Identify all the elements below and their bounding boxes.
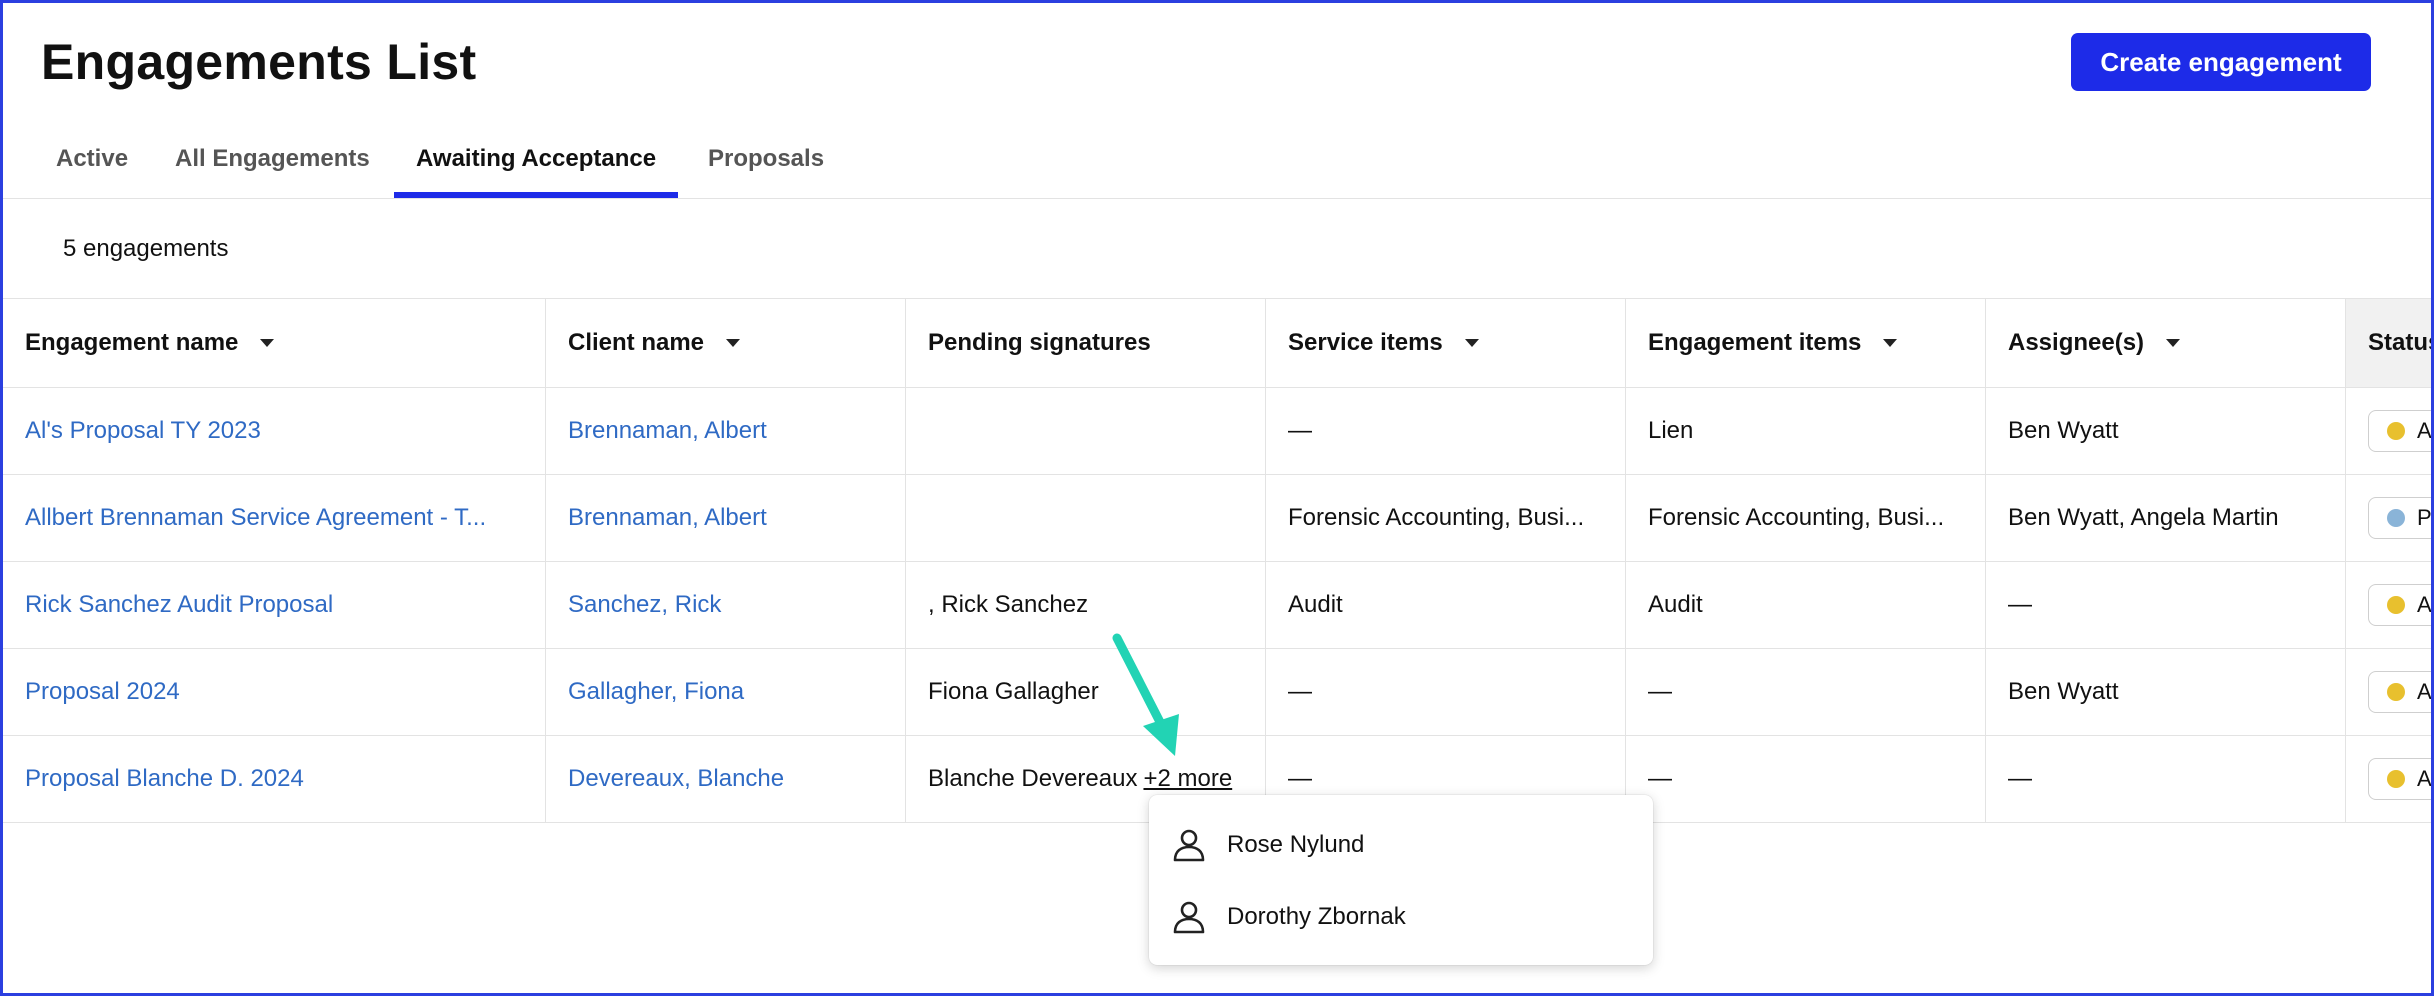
column-header-pending-signatures: Pending signatures (906, 299, 1266, 387)
service-items: — (1288, 678, 1312, 705)
sort-caret-icon[interactable] (2166, 339, 2181, 347)
table-row: Al's Proposal TY 2023 Brennaman, Albert … (3, 388, 2431, 475)
client-name-link[interactable]: Brennaman, Albert (568, 417, 767, 445)
assignees: Ben Wyatt (2008, 417, 2119, 444)
column-header-assignees[interactable]: Assignee(s) (1986, 299, 2346, 387)
pending-signatures: Blanche Devereaux (928, 765, 1138, 792)
person-icon (1173, 829, 1205, 862)
assignees: — (2008, 765, 2032, 792)
column-header-client-name[interactable]: Client name (546, 299, 906, 387)
sort-caret-icon[interactable] (1883, 339, 1898, 347)
tab-bar: Active All Engagements Awaiting Acceptan… (3, 133, 2431, 199)
engagement-name-link[interactable]: Al's Proposal TY 2023 (25, 417, 261, 445)
page-title: Engagements List (41, 34, 477, 90)
table-row: Allbert Brennaman Service Agreement - T.… (3, 475, 2431, 562)
signers-popover: Rose Nylund Dorothy Zbornak (1149, 795, 1653, 965)
popover-person-item[interactable]: Rose Nylund (1171, 825, 1364, 865)
table-header-row: Engagement name Client name Pending sign… (3, 299, 2431, 388)
pending-signatures: , Rick Sanchez (928, 591, 1089, 618)
service-items: Audit (1288, 591, 1343, 618)
annotation-arrow-icon (1112, 633, 1179, 756)
client-name-link[interactable]: Brennaman, Albert (568, 504, 767, 532)
engagement-name-link[interactable]: Allbert Brennaman Service Agreement - T.… (25, 504, 486, 532)
column-header-service-items[interactable]: Service items (1266, 299, 1626, 387)
engagement-name-link[interactable]: Proposal 2024 (25, 678, 180, 706)
status-dot-icon (2387, 770, 2405, 788)
engagement-items: Forensic Accounting, Busi... (1648, 504, 1945, 531)
status-badge[interactable]: A (2368, 584, 2431, 626)
sort-caret-icon[interactable] (1464, 339, 1479, 347)
engagement-items: — (1648, 765, 1672, 792)
status-badge[interactable]: P (2368, 497, 2431, 539)
table-row: Rick Sanchez Audit Proposal Sanchez, Ric… (3, 562, 2431, 649)
engagement-name-link[interactable]: Proposal Blanche D. 2024 (25, 765, 304, 793)
status-badge[interactable]: A (2368, 671, 2431, 713)
table-row: Proposal 2024 Gallagher, Fiona Fiona Gal… (3, 649, 2431, 736)
status-dot-icon (2387, 509, 2405, 527)
status-dot-icon (2387, 596, 2405, 614)
assignees: Ben Wyatt, Angela Martin (2008, 504, 2279, 531)
assignees: — (2008, 591, 2032, 618)
column-header-engagement-items[interactable]: Engagement items (1626, 299, 1986, 387)
client-name-link[interactable]: Sanchez, Rick (568, 591, 721, 619)
service-items: — (1288, 765, 1312, 792)
status-badge[interactable]: A (2368, 410, 2431, 452)
column-header-engagement-name[interactable]: Engagement name (3, 299, 546, 387)
service-items: Forensic Accounting, Busi... (1288, 504, 1585, 531)
tab-proposals[interactable]: Proposals (686, 145, 846, 198)
sort-caret-icon[interactable] (260, 339, 275, 347)
engagement-items: Audit (1648, 591, 1703, 618)
tab-active[interactable]: Active (34, 145, 150, 198)
person-icon (1173, 901, 1205, 934)
sort-caret-icon[interactable] (726, 339, 741, 347)
tab-all-engagements[interactable]: All Engagements (153, 145, 392, 198)
pending-signatures: Fiona Gallagher (928, 678, 1099, 705)
app-window: Engagements List Create engagement Activ… (0, 0, 2434, 996)
assignees: Ben Wyatt (2008, 678, 2119, 705)
engagements-table: Engagement name Client name Pending sign… (3, 298, 2431, 823)
engagement-name-link[interactable]: Rick Sanchez Audit Proposal (25, 591, 333, 619)
service-items: — (1288, 417, 1312, 444)
status-dot-icon (2387, 683, 2405, 701)
engagement-items: — (1648, 678, 1672, 705)
client-name-link[interactable]: Gallagher, Fiona (568, 678, 744, 706)
tab-awaiting-acceptance[interactable]: Awaiting Acceptance (394, 145, 679, 198)
status-dot-icon (2387, 422, 2405, 440)
engagement-count: 5 engagements (63, 235, 229, 262)
client-name-link[interactable]: Devereaux, Blanche (568, 765, 784, 793)
engagement-items: Lien (1648, 417, 1694, 444)
status-badge[interactable]: A (2368, 758, 2431, 800)
create-engagement-button[interactable]: Create engagement (2071, 33, 2371, 91)
popover-person-item[interactable]: Dorothy Zbornak (1171, 897, 1406, 937)
column-header-status: Status (2346, 299, 2431, 387)
more-signers-link[interactable]: +2 more (1143, 765, 1232, 793)
